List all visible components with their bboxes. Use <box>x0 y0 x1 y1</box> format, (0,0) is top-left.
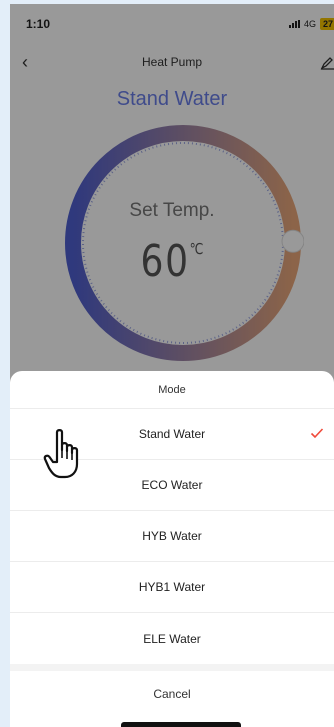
mode-option[interactable]: HYB Water <box>10 511 334 562</box>
mode-option-label: Stand Water <box>138 427 206 441</box>
home-indicator <box>121 722 241 727</box>
hand-pointer-icon <box>43 429 79 479</box>
mode-option[interactable]: ELE Water <box>10 613 334 664</box>
mode-option-label: HYB Water <box>142 529 202 543</box>
cancel-button[interactable]: Cancel <box>10 671 334 717</box>
mode-sheet: Mode Stand Water ECO Water HYB Water HYB1 W… <box>10 371 334 727</box>
mode-option-label: ECO Water <box>141 478 203 492</box>
check-icon <box>310 428 324 439</box>
sheet-title: Mode <box>10 371 334 409</box>
divider <box>10 664 334 671</box>
phone-screen: 1:10 4G 27 ‹ Heat Pump Stand Water Set T… <box>10 4 334 727</box>
mode-option-label: ELE Water <box>143 631 201 646</box>
mode-option[interactable]: HYB1 Water <box>10 562 334 613</box>
mode-option-label: HYB1 Water <box>138 580 206 594</box>
